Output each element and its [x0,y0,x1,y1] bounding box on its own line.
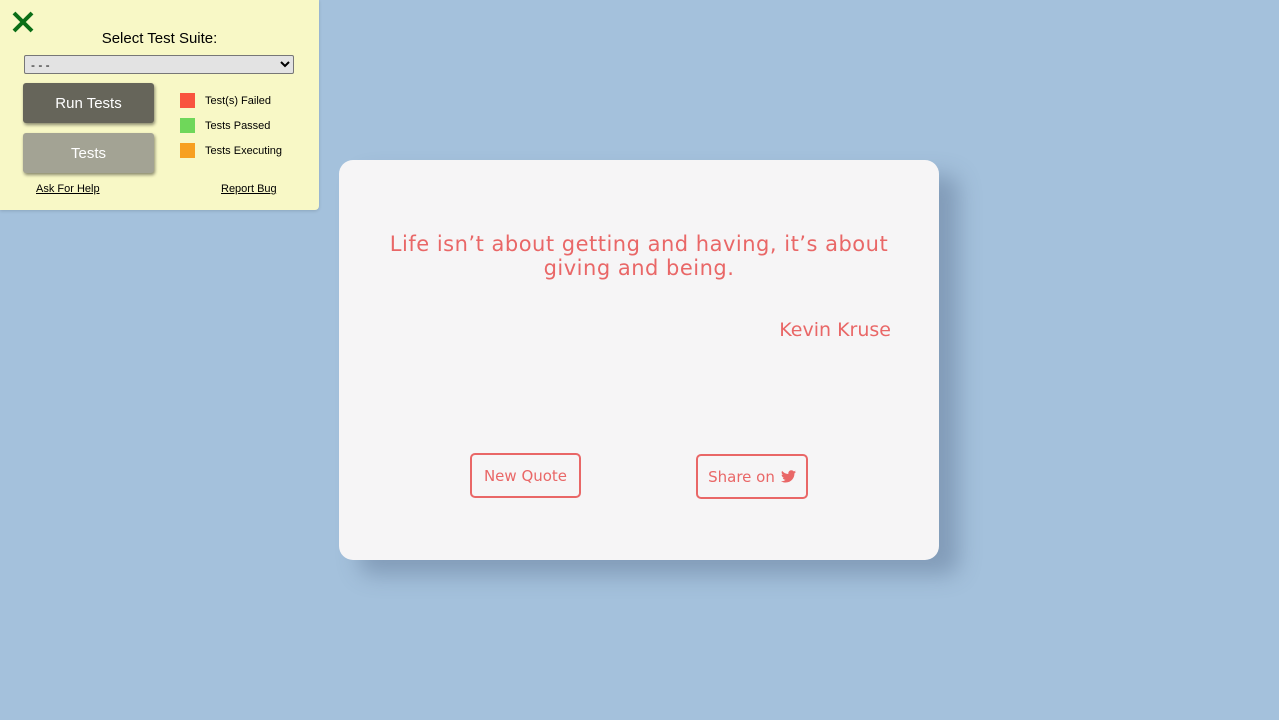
tests-button[interactable]: Tests [23,133,154,173]
legend-passed: Tests Passed [180,118,270,133]
run-tests-button[interactable]: Run Tests [23,83,154,123]
report-bug-link[interactable]: Report Bug [221,183,277,195]
legend-passed-label: Tests Passed [205,119,271,132]
tweet-quote-button[interactable]: Share on [696,454,808,499]
passed-swatch-icon [180,118,195,133]
ask-for-help-link[interactable]: Ask For Help [36,183,100,195]
quote-author: Kevin Kruse [779,319,891,341]
quote-box: Life isn’t about getting and having, it’… [339,160,939,560]
quote-text: Life isn’t about getting and having, it’… [389,232,889,280]
new-quote-button[interactable]: New Quote [470,453,581,498]
executing-swatch-icon [180,143,195,158]
legend-executing-label: Tests Executing [205,144,283,157]
legend-executing: Tests Executing [180,143,282,158]
failed-swatch-icon [180,93,195,108]
select-test-suite-label: Select Test Suite: [101,30,218,47]
test-suite-select[interactable]: - - - [24,55,294,74]
share-label: Share on [708,467,775,486]
legend-failed: Test(s) Failed [180,93,271,108]
new-quote-label: New Quote [483,466,568,485]
legend-failed-label: Test(s) Failed [205,94,272,107]
test-suite-panel: Select Test Suite: - - - Run Tests Tests… [0,0,319,210]
twitter-icon [780,470,796,483]
